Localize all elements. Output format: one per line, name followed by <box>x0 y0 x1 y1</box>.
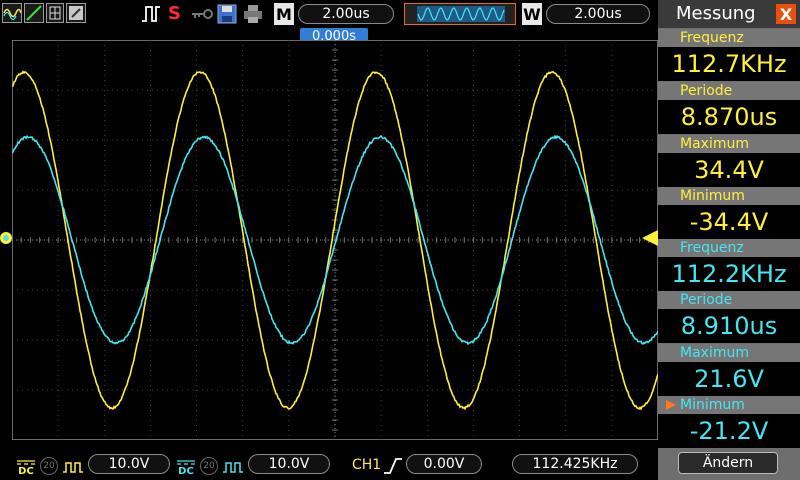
close-icon[interactable]: X <box>776 4 796 24</box>
grid-icon[interactable] <box>46 3 64 23</box>
trigger-level-marker[interactable] <box>642 230 658 246</box>
line-mode-icon[interactable] <box>24 3 44 23</box>
ch2-frequency-value: 112.2KHz <box>658 257 800 291</box>
ch1-frequency-value: 112.7KHz <box>658 47 800 81</box>
top-toolbar: S M 2.00us W 2.00us <box>0 0 655 28</box>
stop-status[interactable]: S <box>168 3 184 25</box>
ch2-frequency-label: Frequenz <box>658 239 800 257</box>
rising-edge-icon <box>383 457 403 479</box>
ch2-period-label: Periode <box>658 291 800 309</box>
window-timebase-label: W <box>522 3 542 25</box>
ch1-minimum-value: -34.4V <box>658 205 800 239</box>
ch1-probe-icon <box>62 459 84 478</box>
ch2-bandwidth-limit[interactable]: 20 <box>200 457 218 475</box>
trigger-frequency-counter: 112.425KHz <box>512 454 638 474</box>
ch2-maximum-label: Maximum <box>658 344 800 362</box>
bottom-status-bar: DC 20 10.0V DC 20 10.0V CH1 0.00V 112.42… <box>0 452 655 480</box>
cursor-icon[interactable] <box>66 3 86 23</box>
ch2-minimum-label[interactable]: Minimum <box>658 396 800 414</box>
waveform-icon[interactable] <box>2 3 22 23</box>
trigger-source[interactable]: CH1 <box>352 457 381 473</box>
ch1-minimum-label: Minimum <box>658 187 800 205</box>
measurement-panel: Messung X Frequenz 112.7KHz Periode 8.87… <box>658 0 800 480</box>
measurement-panel-title: Messung <box>676 3 756 24</box>
ch2-coupling-text: DC <box>176 467 196 476</box>
selected-arrow-icon <box>666 400 676 410</box>
ch1-coupling-text: DC <box>16 467 36 476</box>
ch1-period-value: 8.870us <box>658 100 800 134</box>
ch1-maximum-value: 34.4V <box>658 153 800 187</box>
trigger-level[interactable]: 0.00V <box>406 454 482 474</box>
main-timebase-label: M <box>274 3 294 25</box>
save-icon[interactable] <box>216 3 238 25</box>
ch1-coupling[interactable]: DC <box>16 458 36 476</box>
ch1-period-label: Periode <box>658 82 800 100</box>
ch1-bandwidth-limit[interactable]: 20 <box>40 457 58 475</box>
ch1-frequency-label: Frequenz <box>658 29 800 47</box>
ch2-minimum-label-text: Minimum <box>680 397 745 413</box>
print-icon[interactable] <box>242 3 264 25</box>
ch2-probe-icon <box>222 459 244 478</box>
ch2-volts-div[interactable]: 10.0V <box>248 454 330 474</box>
change-button[interactable]: Ändern <box>678 452 778 474</box>
channel-ground-marker[interactable] <box>0 230 14 246</box>
ch1-maximum-label: Maximum <box>658 135 800 153</box>
trigger-edge-icon[interactable] <box>140 3 162 25</box>
key-lock-icon[interactable] <box>190 3 214 25</box>
window-timebase-value[interactable]: 2.00us <box>546 4 650 24</box>
memory-window-preview[interactable] <box>404 3 516 25</box>
ch1-volts-div[interactable]: 10.0V <box>88 454 170 474</box>
ch2-maximum-value: 21.6V <box>658 362 800 396</box>
timebase-value[interactable]: 2.00us <box>298 4 394 24</box>
measurement-panel-header: Messung X <box>658 0 800 28</box>
ch2-coupling[interactable]: DC <box>176 458 196 476</box>
ch2-period-value: 8.910us <box>658 309 800 343</box>
ch2-minimum-value: -21.2V <box>658 414 800 448</box>
waveform-display[interactable] <box>12 40 658 440</box>
